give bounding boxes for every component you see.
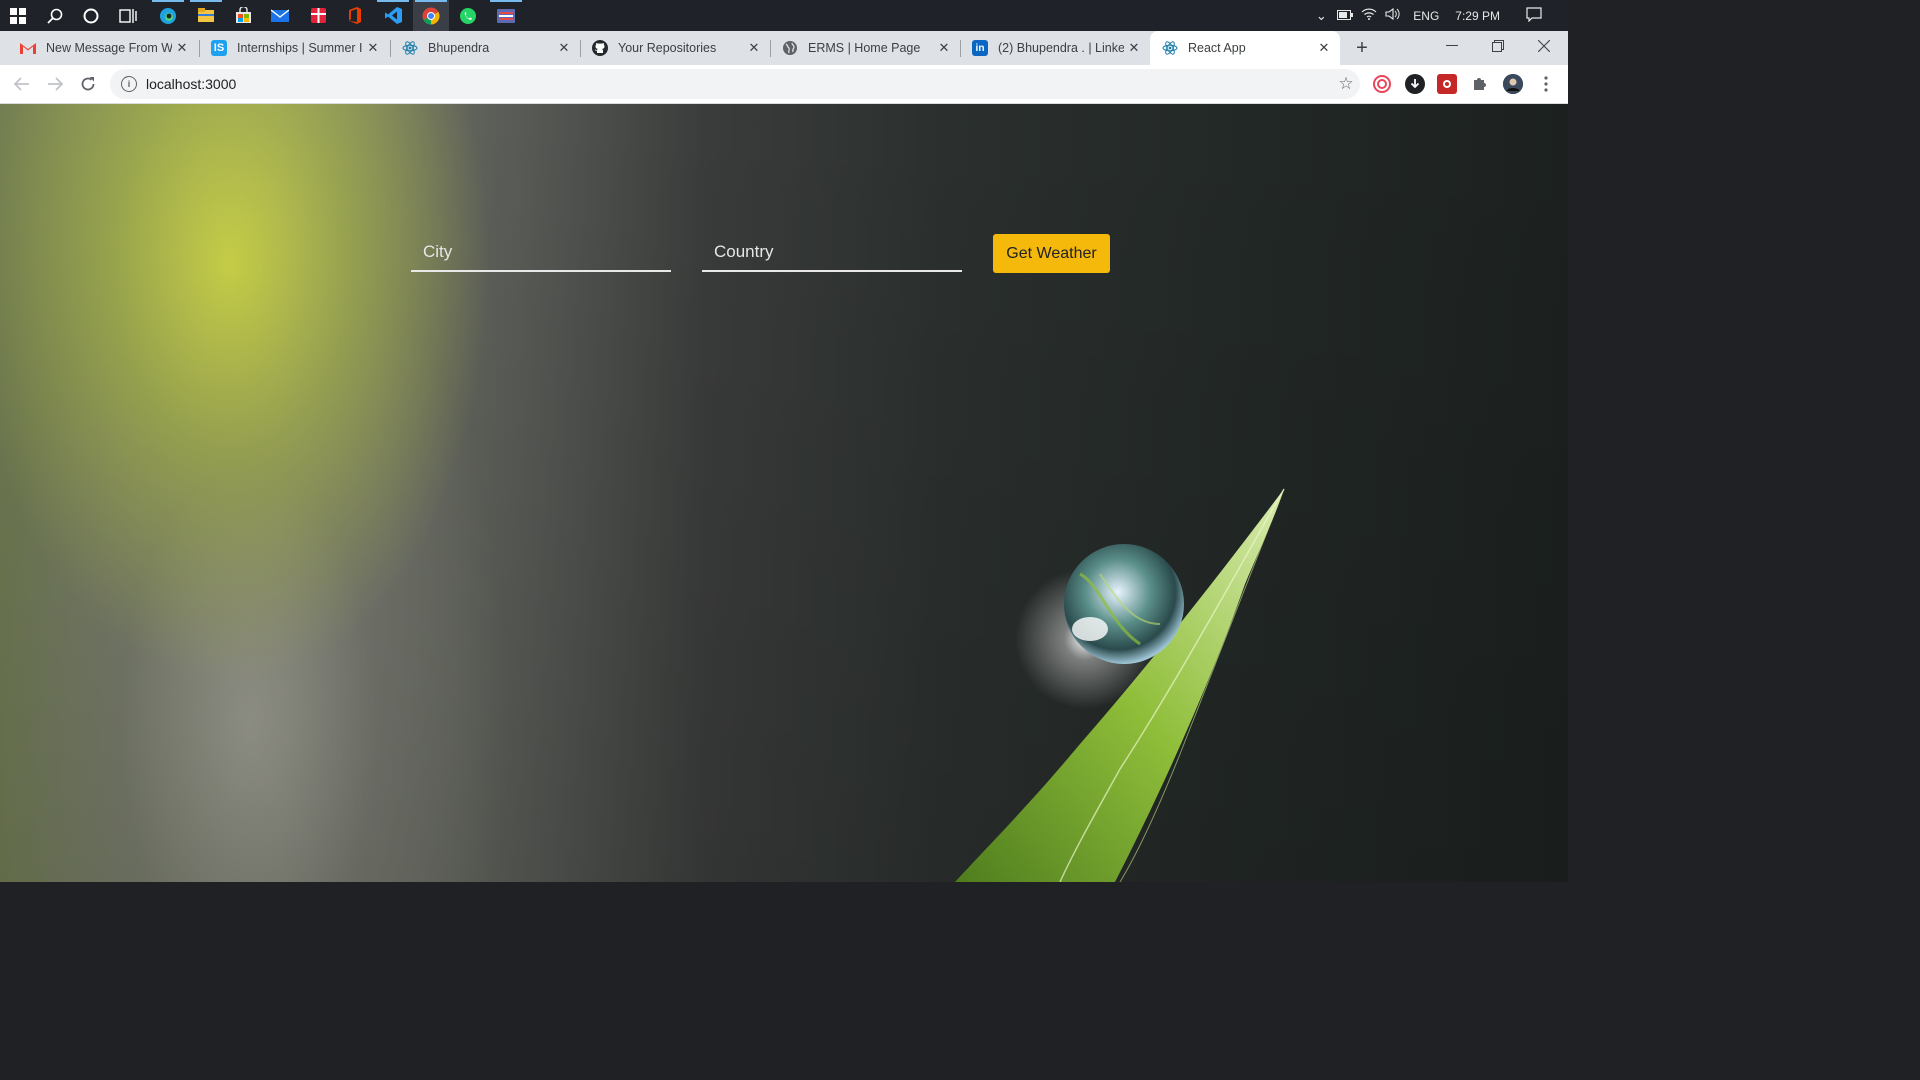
- linkedin-icon: in: [972, 40, 988, 56]
- react-icon: [1162, 40, 1178, 56]
- profile-avatar[interactable]: [1503, 74, 1523, 94]
- chrome-icon[interactable]: [413, 0, 449, 31]
- extension-puzzle-red-icon[interactable]: [1437, 74, 1457, 94]
- close-icon[interactable]: ✕: [744, 40, 764, 56]
- forward-arrow-icon[interactable]: [42, 71, 68, 97]
- tab-title: React App: [1188, 41, 1246, 55]
- windows-start-icon[interactable]: [0, 0, 36, 31]
- tab-internshala[interactable]: IS Internships | Summer In ✕: [199, 31, 389, 65]
- volume-icon[interactable]: [1381, 7, 1405, 23]
- browser-tab-strip: New Message From W ✕ IS Internships | Su…: [0, 31, 1568, 65]
- tab-title: Your Repositories: [618, 41, 717, 55]
- tab-title: (2) Bhupendra . | Linked: [998, 41, 1124, 55]
- address-bar[interactable]: i localhost:3000 ☆: [110, 69, 1360, 99]
- search-icon[interactable]: [37, 0, 73, 31]
- tab-gmail[interactable]: New Message From W ✕: [8, 31, 198, 65]
- tab-title: ERMS | Home Page: [808, 41, 921, 55]
- extensions-puzzle-icon[interactable]: [1470, 74, 1490, 94]
- store-icon[interactable]: [225, 0, 261, 31]
- github-icon: [592, 40, 608, 56]
- globe-icon: [782, 40, 798, 56]
- country-field: [702, 234, 962, 272]
- back-arrow-icon[interactable]: [9, 71, 35, 97]
- whatsapp-icon[interactable]: [450, 0, 486, 31]
- language-indicator[interactable]: ENG: [1413, 9, 1439, 23]
- tab-react-app[interactable]: React App ✕: [1150, 31, 1340, 65]
- close-icon[interactable]: ✕: [1124, 40, 1144, 56]
- edge-icon[interactable]: [150, 0, 186, 31]
- country-input[interactable]: [702, 241, 962, 263]
- notifications-icon[interactable]: [1522, 6, 1546, 25]
- info-icon[interactable]: i: [121, 76, 137, 92]
- minimize-icon[interactable]: [1429, 31, 1475, 61]
- close-icon[interactable]: ✕: [1314, 40, 1334, 56]
- page-viewport: Get Weather: [0, 104, 1568, 882]
- city-input[interactable]: [411, 241, 671, 263]
- extension-red-swirl-icon[interactable]: [1372, 74, 1392, 94]
- cortana-icon[interactable]: [73, 0, 109, 31]
- reload-icon[interactable]: [75, 71, 101, 97]
- browser-toolbar: i localhost:3000 ☆: [0, 65, 1568, 104]
- vscode-icon[interactable]: [375, 0, 411, 31]
- file-explorer-icon[interactable]: [188, 0, 224, 31]
- tab-linkedin[interactable]: in (2) Bhupendra . | Linked ✕: [960, 31, 1150, 65]
- tab-erms[interactable]: ERMS | Home Page ✕: [770, 31, 960, 65]
- city-field: [411, 234, 671, 272]
- internshala-icon: IS: [211, 40, 227, 56]
- gift-app-icon[interactable]: [300, 0, 336, 31]
- battery-icon[interactable]: [1333, 8, 1357, 23]
- get-weather-button[interactable]: Get Weather: [993, 234, 1110, 273]
- office-icon[interactable]: [337, 0, 373, 31]
- menu-kebab-icon[interactable]: [1533, 71, 1559, 97]
- close-icon[interactable]: ✕: [172, 40, 192, 56]
- tab-title: Bhupendra: [428, 41, 490, 55]
- gmail-icon: [20, 40, 36, 56]
- grass-blade-dewdrop-image: [955, 488, 1285, 882]
- close-icon[interactable]: ✕: [363, 40, 383, 56]
- window-close-icon[interactable]: [1521, 31, 1567, 61]
- flag-app-icon[interactable]: [488, 0, 524, 31]
- extension-download-icon[interactable]: [1405, 74, 1425, 94]
- task-view-icon[interactable]: [110, 0, 146, 31]
- clock[interactable]: 7:29 PM: [1455, 9, 1500, 23]
- restore-icon[interactable]: [1475, 31, 1521, 61]
- tab-title: Internships | Summer In: [237, 41, 363, 55]
- tab-github[interactable]: Your Repositories ✕: [580, 31, 770, 65]
- system-tray: ⌄ ENG 7:29 PM: [1309, 0, 1568, 31]
- wifi-icon[interactable]: [1357, 8, 1381, 23]
- chevron-up-icon[interactable]: ⌄: [1309, 8, 1333, 24]
- react-icon: [402, 40, 418, 56]
- tab-bhupendra[interactable]: Bhupendra ✕: [390, 31, 580, 65]
- mail-icon[interactable]: [262, 0, 298, 31]
- bookmark-star-icon[interactable]: ☆: [1334, 74, 1358, 94]
- close-icon[interactable]: ✕: [934, 40, 954, 56]
- tab-title: New Message From W: [46, 41, 172, 55]
- new-tab-button[interactable]: +: [1350, 31, 1374, 65]
- url-text[interactable]: localhost:3000: [146, 76, 236, 92]
- windows-taskbar: ⌄ ENG 7:29 PM: [0, 0, 1568, 31]
- close-icon[interactable]: ✕: [554, 40, 574, 56]
